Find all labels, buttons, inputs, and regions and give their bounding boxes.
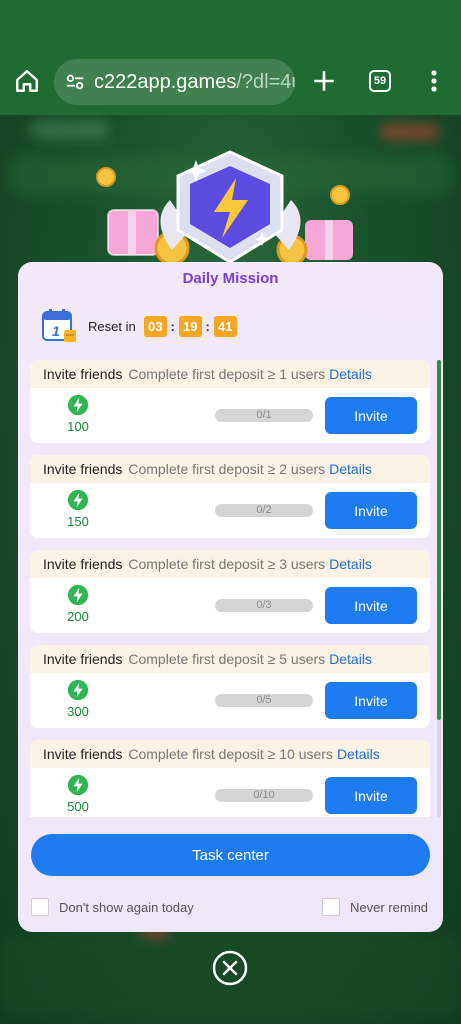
never-remind-checkbox[interactable] <box>322 898 340 916</box>
calendar-icon: 1 <box>42 309 76 342</box>
more-vert-icon[interactable] <box>424 68 444 94</box>
reset-label: Reset in <box>88 318 136 334</box>
task-description: Complete first deposit ≥ 1 users <box>128 366 326 382</box>
task-list-scrollbar[interactable] <box>437 360 441 817</box>
task-header: Invite friends Complete first deposit ≥ … <box>30 550 430 578</box>
url-domain: c222app.games <box>94 70 237 93</box>
task-header: Invite friends Complete first deposit ≥ … <box>30 740 430 768</box>
scrollbar-thumb[interactable] <box>437 360 441 720</box>
invite-button[interactable]: Invite <box>325 587 417 624</box>
task-header: Invite friends Complete first deposit ≥ … <box>30 455 430 483</box>
task-card: Invite friends Complete first deposit ≥ … <box>30 740 430 817</box>
reward-amount: 200 <box>67 609 89 624</box>
reward-amount: 100 <box>67 419 89 434</box>
never-remind-option[interactable]: Never remind <box>322 898 428 916</box>
task-name: Invite friends <box>43 366 123 382</box>
reward-amount: 500 <box>67 799 89 814</box>
lightning-icon <box>67 774 89 796</box>
address-bar[interactable]: c222app.games/?dl=4ul <box>54 59 295 105</box>
lightning-icon <box>67 394 89 416</box>
svg-text:1: 1 <box>52 323 60 339</box>
task-reward: 100 <box>60 394 96 434</box>
timer-minutes: 19 <box>178 315 202 337</box>
task-name: Invite friends <box>43 556 123 572</box>
details-link[interactable]: Details <box>329 366 372 382</box>
task-name: Invite friends <box>43 746 123 762</box>
timer-hours: 03 <box>143 315 167 337</box>
url-path: /?dl=4ul <box>236 70 295 93</box>
progress-bar: 0/10 <box>215 789 313 802</box>
task-list[interactable]: Invite friends Complete first deposit ≥ … <box>30 360 430 817</box>
task-description: Complete first deposit ≥ 3 users <box>128 556 326 572</box>
task-reward: 200 <box>60 584 96 624</box>
dialog-title: Daily Mission <box>182 270 279 287</box>
plus-icon[interactable] <box>311 68 337 94</box>
task-description: Complete first deposit ≥ 2 users <box>128 461 326 477</box>
invite-button[interactable]: Invite <box>325 682 417 719</box>
details-link[interactable]: Details <box>329 651 372 667</box>
reward-amount: 150 <box>67 514 89 529</box>
dont-show-today-label: Don't show again today <box>59 899 194 915</box>
task-header: Invite friends Complete first deposit ≥ … <box>30 360 430 388</box>
reset-timer-row: 1 Reset in 03 : 19 : 41 <box>40 306 237 346</box>
task-center-button[interactable]: Task center <box>31 834 430 876</box>
task-description: Complete first deposit ≥ 5 users <box>128 651 326 667</box>
tab-switcher-button[interactable]: 59 <box>369 70 391 92</box>
dont-show-today-option[interactable]: Don't show again today <box>31 898 194 916</box>
progress-bar: 0/1 <box>215 409 313 422</box>
timer-seconds: 41 <box>213 315 237 337</box>
tab-count: 59 <box>373 75 387 87</box>
tune-icon[interactable] <box>64 71 86 93</box>
task-card: Invite friends Complete first deposit ≥ … <box>30 455 430 538</box>
progress-bar: 0/3 <box>215 599 313 612</box>
home-icon[interactable] <box>14 68 40 94</box>
details-link[interactable]: Details <box>329 556 372 572</box>
invite-button[interactable]: Invite <box>325 777 417 814</box>
lightning-badge-icon <box>96 150 353 266</box>
timer-separator: : <box>170 318 175 334</box>
task-card: Invite friends Complete first deposit ≥ … <box>30 360 430 443</box>
details-link[interactable]: Details <box>329 461 372 477</box>
close-circle-icon[interactable] <box>212 950 248 986</box>
lightning-icon <box>67 584 89 606</box>
lightning-icon <box>67 679 89 701</box>
never-remind-label: Never remind <box>350 899 429 915</box>
task-header: Invite friends Complete first deposit ≥ … <box>30 645 430 673</box>
invite-button[interactable]: Invite <box>325 397 417 434</box>
invite-button[interactable]: Invite <box>325 492 417 529</box>
progress-bar: 0/2 <box>215 504 313 517</box>
task-reward: 150 <box>60 489 96 529</box>
task-description: Complete first deposit ≥ 10 users <box>128 746 333 762</box>
task-reward: 300 <box>60 679 96 719</box>
task-name: Invite friends <box>43 461 123 477</box>
task-card: Invite friends Complete first deposit ≥ … <box>30 645 430 728</box>
daily-mission-dialog: Daily Mission 1 Reset in 03 : 19 : 41 In… <box>18 262 443 932</box>
progress-bar: 0/5 <box>215 694 313 707</box>
timer-separator: : <box>205 318 210 334</box>
dont-show-today-checkbox[interactable] <box>31 898 49 916</box>
task-card: Invite friends Complete first deposit ≥ … <box>30 550 430 633</box>
task-name: Invite friends <box>43 651 123 667</box>
task-reward: 500 <box>60 774 96 814</box>
lightning-icon <box>67 489 89 511</box>
browser-toolbar: c222app.games/?dl=4ul 59 <box>0 0 461 115</box>
reward-amount: 300 <box>67 704 89 719</box>
details-link[interactable]: Details <box>337 746 380 762</box>
